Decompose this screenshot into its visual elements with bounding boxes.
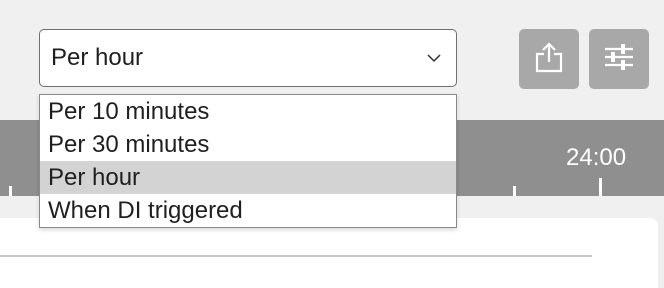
option-per-hour[interactable]: Per hour: [40, 161, 456, 194]
option-when-di-triggered[interactable]: When DI triggered: [40, 194, 456, 227]
interval-select[interactable]: Per hour: [39, 29, 457, 87]
settings-button[interactable]: [589, 29, 649, 89]
export-button[interactable]: [519, 29, 579, 89]
divider: [0, 255, 592, 257]
sliders-icon: [603, 42, 635, 77]
timeline-end-label: 24:00: [566, 144, 627, 171]
timeline-tick: [513, 186, 516, 196]
interval-dropdown-list: Per 10 minutes Per 30 minutes Per hour W…: [39, 94, 457, 228]
option-per-30-minutes[interactable]: Per 30 minutes: [40, 128, 456, 161]
timeline-tick: [599, 178, 602, 196]
chevron-down-icon: [426, 50, 442, 66]
timeline-tick: [9, 186, 12, 196]
export-icon: [534, 41, 564, 78]
content-panel: [0, 218, 658, 288]
interval-select-value: Per hour: [51, 44, 144, 71]
option-per-10-minutes[interactable]: Per 10 minutes: [40, 95, 456, 128]
